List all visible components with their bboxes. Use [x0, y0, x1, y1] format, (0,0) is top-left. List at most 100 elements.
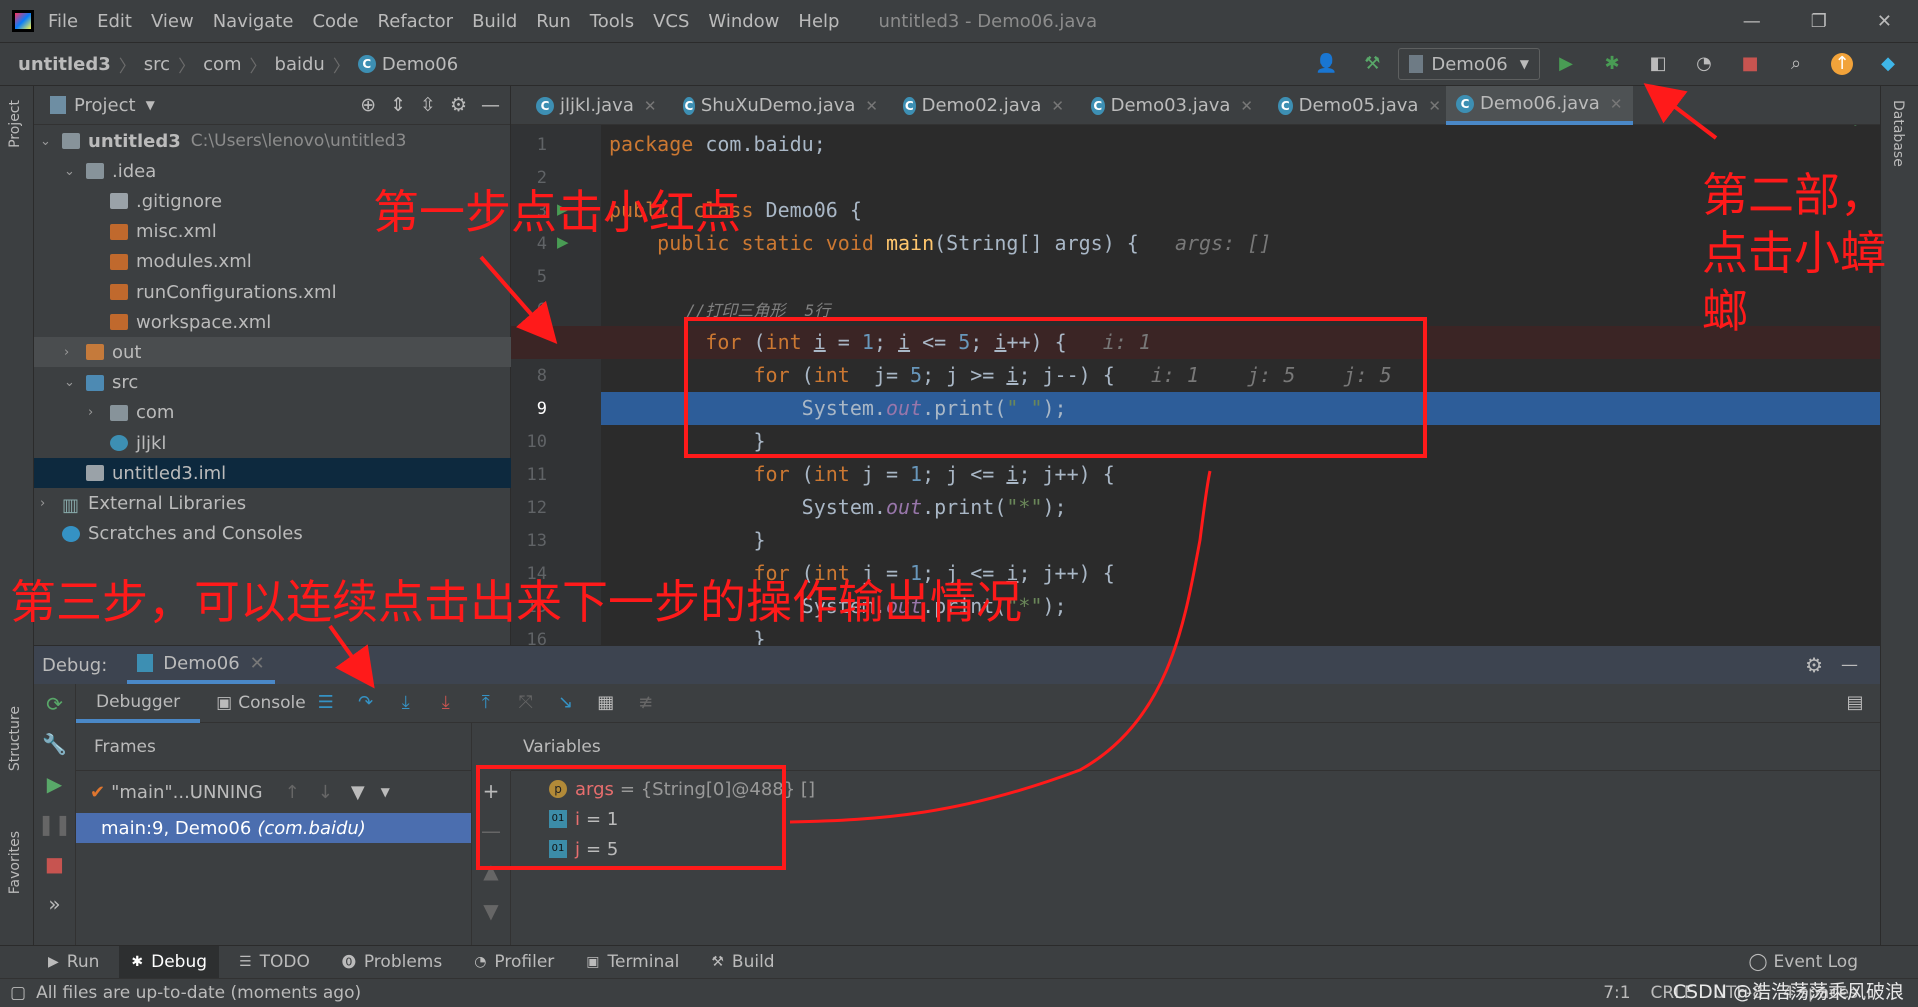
chevron-right-icon[interactable]: ›	[88, 405, 104, 420]
stop-icon[interactable]: ■	[34, 844, 75, 884]
editor-tab[interactable]: C Demo06.java ✕	[1446, 86, 1633, 125]
menu-help[interactable]: Help	[798, 11, 839, 32]
code-line[interactable]: System.out.print(" ");	[601, 392, 1880, 425]
close-icon[interactable]: ✕	[250, 653, 265, 674]
code-line[interactable]: package com.baidu;	[601, 128, 1880, 161]
tree-item[interactable]: workspace.xml	[34, 307, 511, 337]
remove-icon[interactable]: —	[472, 811, 510, 851]
database-side-tab[interactable]: Database	[1890, 100, 1906, 167]
chevron-down-icon[interactable]: ⌄	[40, 134, 56, 149]
menu-build[interactable]: Build	[472, 11, 517, 32]
tree-item[interactable]: ⌄ untitled3 C:\Users\lenovo\untitled3	[34, 126, 511, 156]
menu-refactor[interactable]: Refactor	[378, 11, 454, 32]
code-line[interactable]	[601, 161, 1880, 194]
caret-position[interactable]: 7:1	[1603, 983, 1630, 1003]
filter-icon[interactable]: ▼	[351, 782, 365, 803]
tool-run[interactable]: ▶ Run	[36, 946, 111, 979]
editor-tab[interactable]: Cjljkl.java ✕	[526, 86, 660, 125]
move-up-icon[interactable]: ▲	[472, 851, 510, 891]
tool-todo[interactable]: ☰ TODO	[227, 946, 322, 979]
code-line[interactable]: }	[601, 425, 1880, 458]
code-line[interactable]	[601, 260, 1880, 293]
code-line[interactable]: for (int j= 5; j >= i; j--) { i: 1 j: 5 …	[601, 359, 1880, 392]
run-to-cursor-icon[interactable]: ↘	[555, 692, 577, 714]
chevron-right-icon[interactable]: ›	[40, 496, 56, 511]
tab-debugger[interactable]: Debugger	[76, 684, 201, 723]
force-step-into-icon[interactable]: ⤓	[435, 692, 457, 714]
debug-session-tab[interactable]: Demo06 ✕	[127, 646, 275, 684]
move-down-icon[interactable]: ▼	[472, 891, 510, 931]
hide-icon[interactable]: —	[481, 94, 500, 116]
trace-icon[interactable]: ≢	[635, 692, 657, 714]
build-hammer-icon[interactable]: ⚒	[1361, 53, 1383, 75]
tool-debug[interactable]: ✱ Debug	[119, 945, 220, 979]
breadcrumb-item[interactable]: Demo06	[382, 54, 458, 75]
rerun-icon[interactable]: ⟳	[34, 684, 75, 724]
breadcrumb-item[interactable]: src	[144, 54, 170, 75]
close-tab-icon[interactable]: ✕	[1428, 97, 1441, 115]
gear-icon[interactable]: ⚙	[1805, 653, 1823, 677]
tab-console[interactable]: Console	[238, 693, 306, 713]
close-tab-icon[interactable]: ✕	[644, 97, 657, 115]
search-icon[interactable]: ⌕	[1785, 53, 1807, 75]
tree-item[interactable]: › ▥ External Libraries	[34, 488, 511, 518]
chevron-right-icon[interactable]: ›	[64, 345, 80, 360]
editor-tab[interactable]: C ShuXuDemo.java ✕	[673, 86, 878, 125]
code-line[interactable]: //打印三角形 5行	[601, 293, 1880, 326]
code-line[interactable]: public static void main(String[] args) {…	[601, 227, 1880, 260]
profiler-icon[interactable]: ◔	[1693, 53, 1715, 75]
menu-window[interactable]: Window	[708, 11, 779, 32]
wrench-icon[interactable]: 🔧	[34, 724, 75, 764]
menu-edit[interactable]: Edit	[97, 11, 132, 32]
expand-all-icon[interactable]: ⇕	[390, 94, 406, 116]
debug-bug-icon[interactable]: ✱	[1601, 53, 1623, 75]
more-icon[interactable]: »	[34, 884, 75, 924]
menu-navigate[interactable]: Navigate	[213, 11, 294, 32]
thread-select[interactable]: ✔ "main"...UNNING ↑ ↓ ▼ ▼	[76, 771, 471, 813]
code-line[interactable]: }	[601, 524, 1880, 557]
tool-problems[interactable]: ⓿ Problems	[330, 946, 454, 979]
menu-run[interactable]: Run	[536, 11, 571, 32]
code-line[interactable]: public class Demo06 {	[601, 194, 1880, 227]
menu-code[interactable]: Code	[312, 11, 358, 32]
coverage-icon[interactable]: ◧	[1647, 53, 1669, 75]
tree-item[interactable]: untitled3.iml	[34, 458, 511, 489]
run-icon[interactable]: ▶	[1555, 53, 1577, 75]
resume-icon[interactable]: ▶	[34, 764, 75, 804]
evaluate-expression-icon[interactable]: ▦	[595, 692, 617, 714]
collapse-all-icon[interactable]: ⇳	[420, 94, 436, 116]
code-line[interactable]: for (int i = 1; i <= 5; i++) { i: 1	[601, 326, 1880, 359]
close-window-button[interactable]: ✕	[1877, 11, 1892, 32]
run-config-select[interactable]: Demo06 ▼	[1398, 48, 1540, 80]
tool-build[interactable]: ⚒ Build	[699, 946, 786, 979]
breadcrumb-item[interactable]: com	[203, 54, 241, 75]
editor-tab[interactable]: C Demo03.java ✕	[1081, 86, 1253, 125]
tool-terminal[interactable]: ▣ Terminal	[574, 946, 691, 979]
tree-item[interactable]: runConfigurations.xml	[34, 277, 511, 307]
update-icon[interactable]: ↑	[1831, 53, 1853, 75]
arrow-down-icon[interactable]: ↓	[318, 782, 333, 803]
tree-item[interactable]: › out	[34, 337, 511, 368]
chevron-down-icon[interactable]: ▼	[381, 785, 390, 799]
restore-button[interactable]: ❐	[1811, 11, 1827, 32]
close-tab-icon[interactable]: ✕	[1610, 95, 1623, 113]
minimize-button[interactable]: —	[1743, 11, 1761, 32]
chevron-down-icon[interactable]: ⌄	[64, 164, 80, 179]
arrow-up-icon[interactable]: ↑	[285, 782, 300, 803]
stop-icon[interactable]: ■	[1739, 53, 1761, 75]
chevron-down-icon[interactable]: ⌄	[64, 375, 80, 390]
variable-row[interactable]: 01 j = 5	[549, 834, 1880, 864]
code-line[interactable]: for (int j = 1; j <= i; j++) {	[601, 458, 1880, 491]
tool-profiler[interactable]: ◔ Profiler	[462, 946, 566, 979]
add-icon[interactable]: +	[472, 771, 510, 811]
locate-icon[interactable]: ⊕	[360, 94, 376, 116]
step-into-icon[interactable]: ⤓	[395, 692, 417, 714]
project-title[interactable]: Project	[74, 95, 136, 116]
editor-tab[interactable]: C Demo05.java ✕	[1268, 86, 1441, 125]
gear-icon[interactable]: ⚙	[450, 94, 467, 116]
menu-vcs[interactable]: VCS	[653, 11, 689, 32]
breadcrumb-item[interactable]: baidu	[275, 54, 325, 75]
step-over-icon[interactable]: ↷	[355, 692, 377, 714]
threads-icon[interactable]: ☰	[315, 692, 337, 714]
chevron-down-icon[interactable]: ▼	[146, 98, 155, 112]
